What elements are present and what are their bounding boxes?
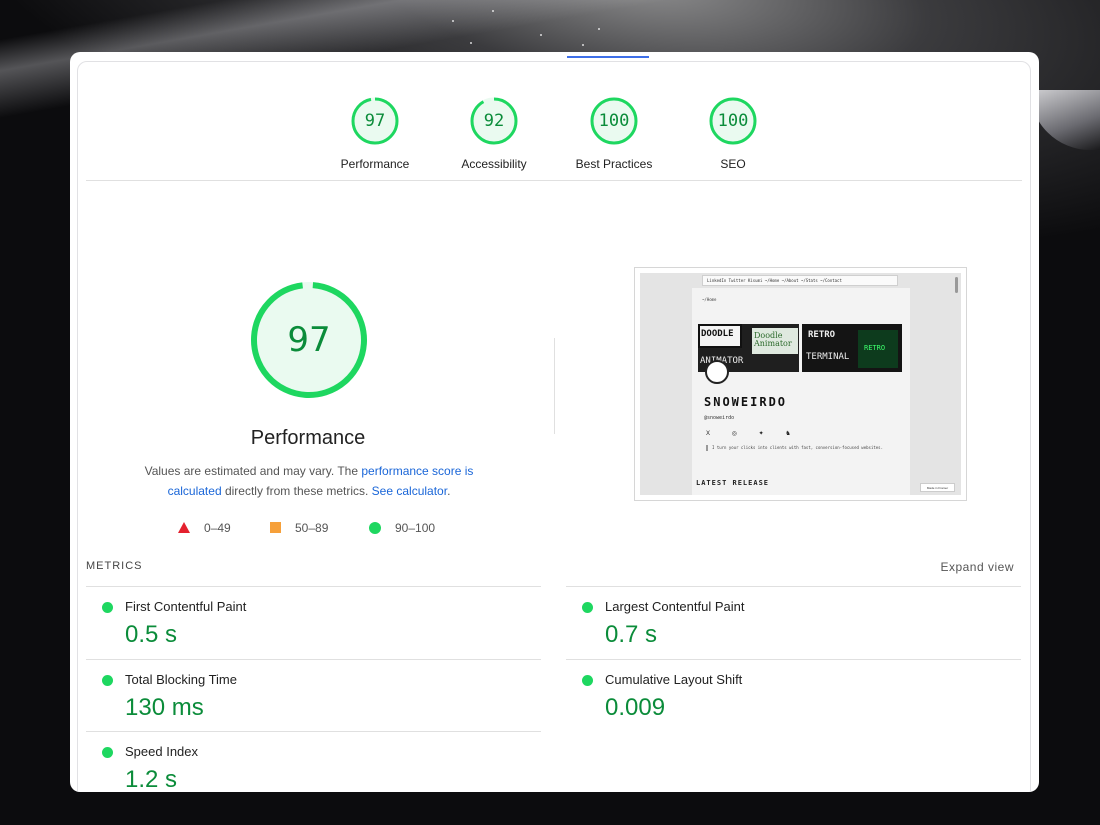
metric-cls: Cumulative Layout Shift 0.009 bbox=[566, 659, 1021, 732]
desc-text: . bbox=[447, 484, 451, 498]
legend-range: 90–100 bbox=[395, 521, 436, 535]
screenshot-bio: I turn your clicks into clients with fas… bbox=[706, 445, 896, 451]
star bbox=[470, 42, 472, 44]
performance-gauge: 97 bbox=[248, 279, 370, 401]
metric-value: 0.009 bbox=[605, 694, 666, 721]
gauge-ring: 97 bbox=[350, 96, 400, 146]
metric-value: 130 ms bbox=[125, 694, 204, 721]
screenshot-page bbox=[692, 288, 910, 495]
gauge-score: 100 bbox=[598, 111, 630, 131]
square-icon bbox=[270, 522, 281, 533]
screenshot-home-link: ~/Home bbox=[702, 297, 717, 302]
screenshot-avatar bbox=[705, 360, 729, 384]
card-green-text: RETRO bbox=[864, 344, 886, 352]
metric-lcp: Largest Contentful Paint 0.7 s bbox=[566, 586, 1021, 659]
screenshot-latest: LATEST RELEASE bbox=[696, 479, 770, 487]
screenshot-card-retro: RETRO RETRO TERMINAL bbox=[802, 324, 902, 372]
gauge-label: Performance bbox=[340, 157, 410, 171]
gauge-label: Accessibility bbox=[461, 157, 527, 171]
final-screenshot[interactable]: LinkedIn Twitter Kisumi ~/Home ~/About ~… bbox=[634, 267, 967, 501]
screenshot-handle: @snoweirdo bbox=[704, 415, 735, 421]
gauge-seo[interactable]: 100 SEO bbox=[678, 96, 788, 171]
vertical-divider bbox=[554, 338, 555, 434]
card-top-text: DOODLE bbox=[701, 329, 734, 339]
gauge-accessibility[interactable]: 92 Accessibility bbox=[439, 96, 549, 171]
metric-title: Largest Contentful Paint bbox=[605, 599, 745, 614]
circle-icon bbox=[369, 522, 381, 534]
expand-view-toggle[interactable]: Expand view bbox=[940, 560, 1014, 574]
performance-score: 97 bbox=[287, 320, 331, 360]
pass-dot-icon bbox=[102, 675, 113, 686]
report-panel: 97 Performance 92 Accessibility 100 Best… bbox=[77, 61, 1031, 792]
report-window: 97 Performance 92 Accessibility 100 Best… bbox=[70, 52, 1039, 792]
star bbox=[452, 20, 454, 22]
metric-value: 1.2 s bbox=[125, 766, 178, 792]
triangle-icon bbox=[178, 522, 190, 533]
performance-title: Performance bbox=[250, 427, 366, 449]
metric-title: Speed Index bbox=[125, 744, 199, 759]
gauge-best-practices[interactable]: 100 Best Practices bbox=[559, 96, 669, 171]
gauge-label: SEO bbox=[720, 157, 746, 171]
pass-dot-icon bbox=[102, 602, 113, 613]
card-script-text: Doodle Animator bbox=[754, 331, 792, 348]
screenshot-nav: LinkedIn Twitter Kisumi ~/Home ~/About ~… bbox=[702, 275, 898, 286]
active-tab-indicator bbox=[567, 56, 649, 58]
gauge-performance[interactable]: 97 Performance bbox=[320, 96, 430, 171]
screenshot-name: SNOWEIRDO bbox=[704, 395, 788, 409]
metric-value: 0.5 s bbox=[125, 621, 178, 648]
performance-description: Values are estimated and may vary. The p… bbox=[126, 461, 492, 501]
card-top-text: RETRO bbox=[808, 330, 836, 340]
gauge-ring: 100 bbox=[589, 96, 639, 146]
star bbox=[492, 10, 494, 12]
pass-dot-icon bbox=[582, 675, 593, 686]
screenshot-social-icons: X ◎ ✦ ♞ bbox=[706, 431, 801, 437]
screenshot-scrollbar bbox=[955, 277, 958, 293]
screenshot-canvas: LinkedIn Twitter Kisumi ~/Home ~/About ~… bbox=[640, 273, 961, 495]
desc-text: Values are estimated and may vary. The bbox=[144, 464, 362, 478]
gauge-score: 97 bbox=[364, 111, 386, 131]
legend-pass: 90–100 bbox=[369, 521, 435, 535]
card-bottom-text: TERMINAL bbox=[806, 352, 850, 362]
see-calculator-link[interactable]: See calculator bbox=[372, 484, 447, 498]
metrics-heading: METRICS bbox=[86, 560, 143, 572]
legend-average: 50–89 bbox=[270, 521, 328, 535]
metric-tbt: Total Blocking Time 130 ms bbox=[86, 659, 541, 732]
gauge-ring: 100 bbox=[708, 96, 758, 146]
category-gauges: 97 Performance 92 Accessibility 100 Best… bbox=[78, 96, 1030, 176]
metric-si: Speed Index 1.2 s bbox=[86, 731, 541, 792]
screenshot-badge: Made in Framer bbox=[920, 483, 955, 492]
metric-fcp: First Contentful Paint 0.5 s bbox=[86, 586, 541, 659]
star bbox=[540, 34, 542, 36]
pass-dot-icon bbox=[582, 602, 593, 613]
legend-range: 50–89 bbox=[295, 521, 329, 535]
gauge-score: 92 bbox=[483, 111, 505, 131]
gauge-label: Best Practices bbox=[575, 157, 653, 171]
pass-dot-icon bbox=[102, 747, 113, 758]
metric-title: Total Blocking Time bbox=[125, 672, 237, 687]
divider bbox=[86, 180, 1022, 181]
legend-range: 0–49 bbox=[204, 521, 231, 535]
star bbox=[598, 28, 600, 30]
gauge-ring: 92 bbox=[469, 96, 519, 146]
metric-value: 0.7 s bbox=[605, 621, 658, 648]
metric-title: Cumulative Layout Shift bbox=[605, 672, 743, 687]
gauge-score: 100 bbox=[717, 111, 749, 131]
metric-title: First Contentful Paint bbox=[125, 599, 247, 614]
legend-fail: 0–49 bbox=[178, 521, 231, 535]
desc-text: directly from these metrics. bbox=[221, 484, 372, 498]
star bbox=[582, 44, 584, 46]
